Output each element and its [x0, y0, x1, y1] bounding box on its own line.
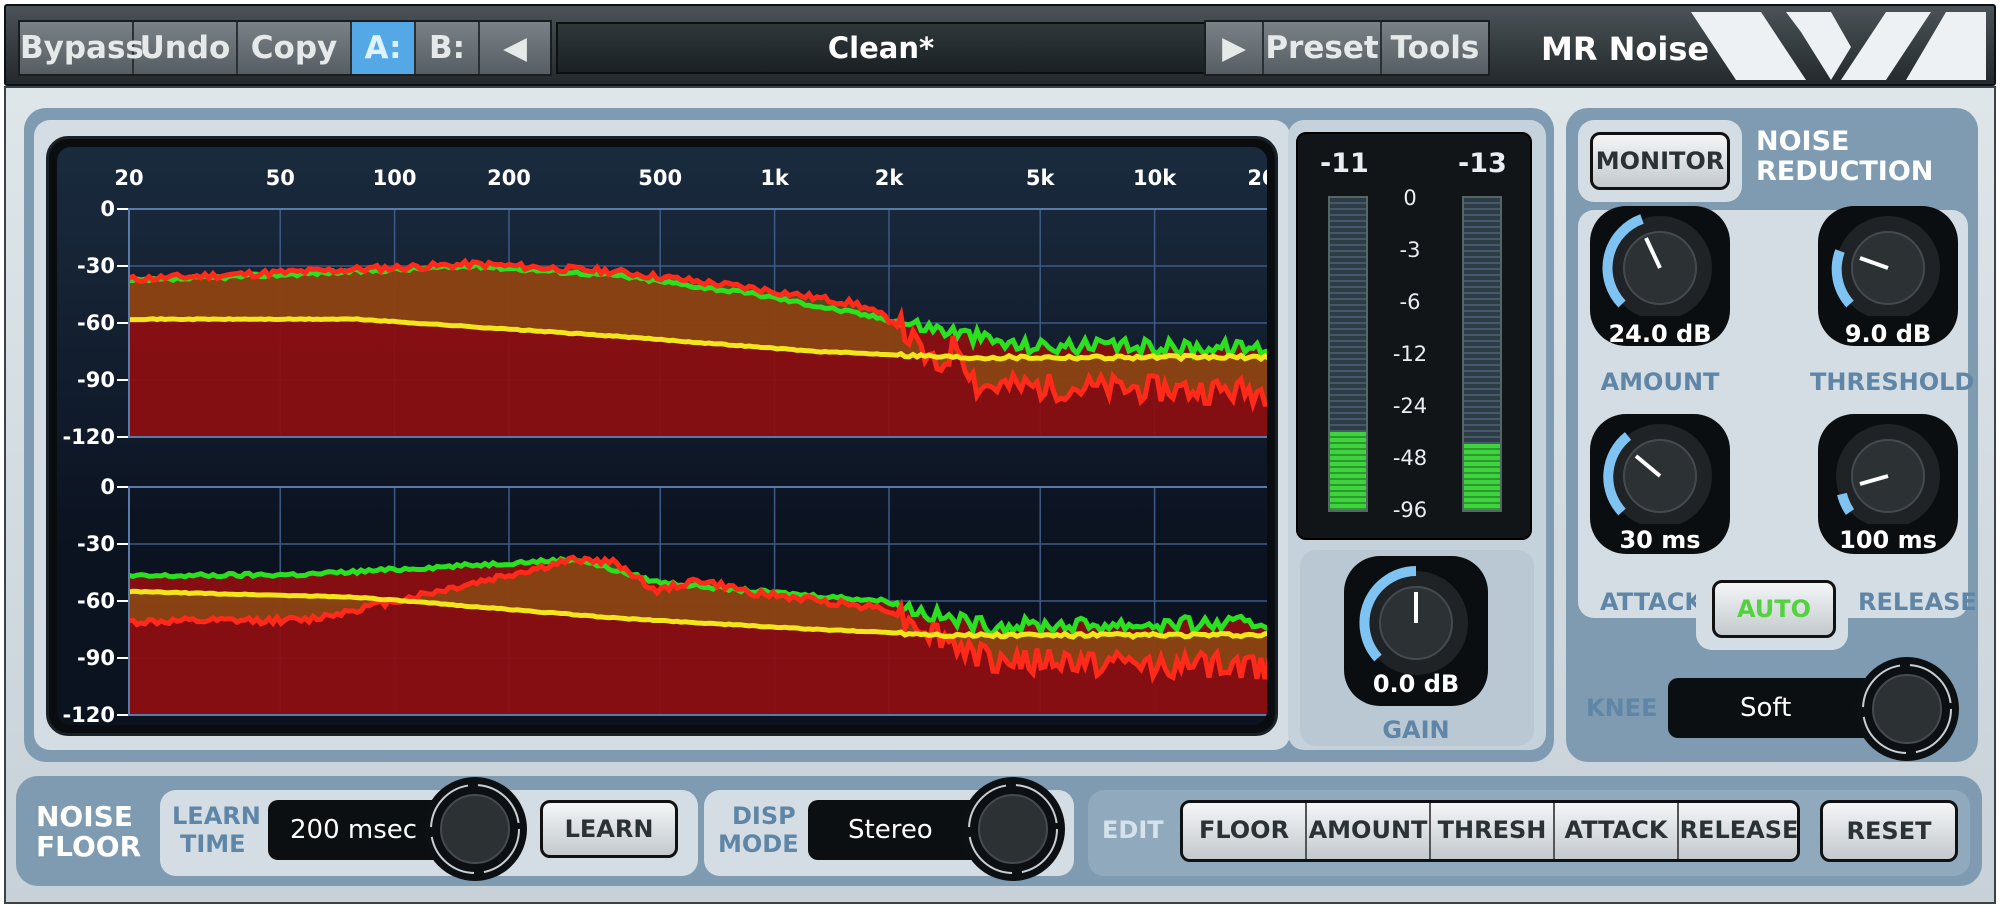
gain-label: GAIN — [1382, 716, 1450, 744]
edit-floor-button[interactable]: FLOOR — [1183, 803, 1307, 859]
freq-label: 10k — [1133, 166, 1177, 190]
amount-label: AMOUNT — [1600, 368, 1720, 396]
edit-label: EDIT — [1102, 816, 1164, 844]
tools-menu-button[interactable]: Tools — [1382, 22, 1488, 74]
knee-label: KNEE — [1586, 694, 1658, 722]
release-label: RELEASE — [1858, 588, 1977, 616]
noise-reduction-title-line1: NOISE — [1756, 126, 1850, 157]
toolbar-right-group: ▶ Preset Tools — [1204, 20, 1490, 76]
meter-scale-48: -48 — [1392, 446, 1428, 470]
spectrum-graph: 20 50 100 200 500 1k 2k 5k 10k 20k 0 -30 -60 -90 -120 0… — [62, 166, 1267, 725]
right-level-bar-fill — [1464, 444, 1500, 510]
undo-button[interactable]: Undo — [134, 22, 238, 74]
db-tick-label: -30 — [77, 254, 115, 278]
freq-label: 50 — [266, 166, 295, 190]
noise-floor-title-line2: FLOOR — [36, 830, 142, 863]
meter-scale-24: -24 — [1392, 394, 1428, 418]
edit-button-group: FLOOR AMOUNT THRESH ATTACK RELEASE — [1180, 800, 1800, 862]
learn-time-knob[interactable] — [420, 774, 530, 884]
spectrum-screen: 20 50 100 200 500 1k 2k 5k 10k 20k 0 -30 -60 -90 -120 0… — [57, 147, 1267, 725]
db-tick-label: -120 — [62, 425, 115, 449]
edit-release-button[interactable]: RELEASE — [1679, 803, 1797, 859]
freq-label: 20 — [114, 166, 143, 190]
freq-label: 20k — [1247, 166, 1267, 190]
gain-knob[interactable] — [1346, 558, 1486, 678]
right-peak-readout: -13 — [1458, 148, 1507, 179]
db-tick-label: -60 — [77, 589, 115, 613]
disp-mode-knob[interactable] — [958, 774, 1068, 884]
next-preset-arrow-icon[interactable]: ▶ — [1206, 22, 1264, 74]
learn-time-label-line2: TIME — [180, 830, 246, 858]
amount-knob[interactable] — [1590, 206, 1730, 316]
auto-button[interactable]: AUTO — [1712, 580, 1836, 638]
db-tick-label: -120 — [62, 703, 115, 725]
meter-scale-0: 0 — [1403, 186, 1417, 210]
preset-name-display[interactable]: Clean* — [556, 22, 1206, 74]
toolbar-left-group: Bypass Undo Copy A: B: ◀ — [18, 20, 552, 76]
db-tick-label: 0 — [100, 197, 115, 221]
db-tick-label: -90 — [77, 368, 115, 392]
edit-thresh-button[interactable]: THRESH — [1431, 803, 1555, 859]
noise-reduction-title-line2: REDUCTION — [1756, 156, 1934, 187]
preset-b-button[interactable]: B: — [416, 22, 480, 74]
reset-button[interactable]: RESET — [1820, 800, 1958, 862]
disp-mode-label-line2: MODE — [718, 830, 799, 858]
edit-amount-button[interactable]: AMOUNT — [1307, 803, 1431, 859]
monitor-button[interactable]: MONITOR — [1590, 132, 1730, 190]
threshold-readout: 9.0 dB — [1844, 320, 1932, 348]
attack-label: ATTACK — [1600, 588, 1703, 616]
gain-readout: 0.0 dB — [1372, 670, 1460, 698]
brand-logo — [1691, 12, 1986, 80]
meter-scale-3: -3 — [1399, 238, 1421, 262]
prev-preset-arrow-icon[interactable]: ◀ — [480, 22, 550, 74]
attack-knob[interactable] — [1590, 414, 1730, 524]
knee-selector-knob[interactable] — [1852, 654, 1962, 764]
edit-attack-button[interactable]: ATTACK — [1555, 803, 1679, 859]
db-tick-label: -90 — [77, 646, 115, 670]
freq-label: 100 — [373, 166, 417, 190]
amount-readout: 24.0 dB — [1608, 320, 1712, 348]
learn-button[interactable]: LEARN — [540, 800, 678, 858]
toolbar: Bypass Undo Copy A: B: ◀ Clean* ▶ Preset… — [4, 4, 1996, 86]
preset-a-button[interactable]: A: — [352, 22, 416, 74]
learn-time-label-line1: LEARN — [172, 802, 261, 830]
freq-label: 500 — [638, 166, 682, 190]
threshold-knob[interactable] — [1818, 206, 1958, 316]
freq-label: 200 — [487, 166, 531, 190]
release-readout: 100 ms — [1839, 526, 1937, 554]
bypass-button[interactable]: Bypass — [20, 22, 144, 74]
db-tick-label: -30 — [77, 532, 115, 556]
left-peak-readout: -11 — [1320, 148, 1369, 179]
copy-button[interactable]: Copy — [238, 22, 352, 74]
freq-label: 2k — [875, 166, 905, 190]
db-tick-label: -60 — [77, 311, 115, 335]
preset-menu-button[interactable]: Preset — [1264, 22, 1382, 74]
spectrum-display: 20 50 100 200 500 1k 2k 5k 10k 20k 0 -30 -60 -90 -120 0… — [46, 136, 1278, 736]
meter-scale-6: -6 — [1399, 290, 1421, 314]
noise-floor-title-line1: NOISE — [36, 800, 133, 833]
app-title: MR Noise — [1541, 30, 1710, 68]
attack-readout: 30 ms — [1619, 526, 1701, 554]
freq-label: 1k — [760, 166, 790, 190]
db-tick-label: 0 — [100, 475, 115, 499]
disp-mode-label-line1: DISP — [732, 802, 796, 830]
release-knob[interactable] — [1818, 414, 1958, 524]
right-level-bar — [1462, 196, 1502, 512]
threshold-label: THRESHOLD — [1810, 368, 1975, 396]
freq-label: 5k — [1026, 166, 1056, 190]
meter-scale-12: -12 — [1392, 342, 1428, 366]
meter-scale-96: -96 — [1392, 498, 1428, 522]
